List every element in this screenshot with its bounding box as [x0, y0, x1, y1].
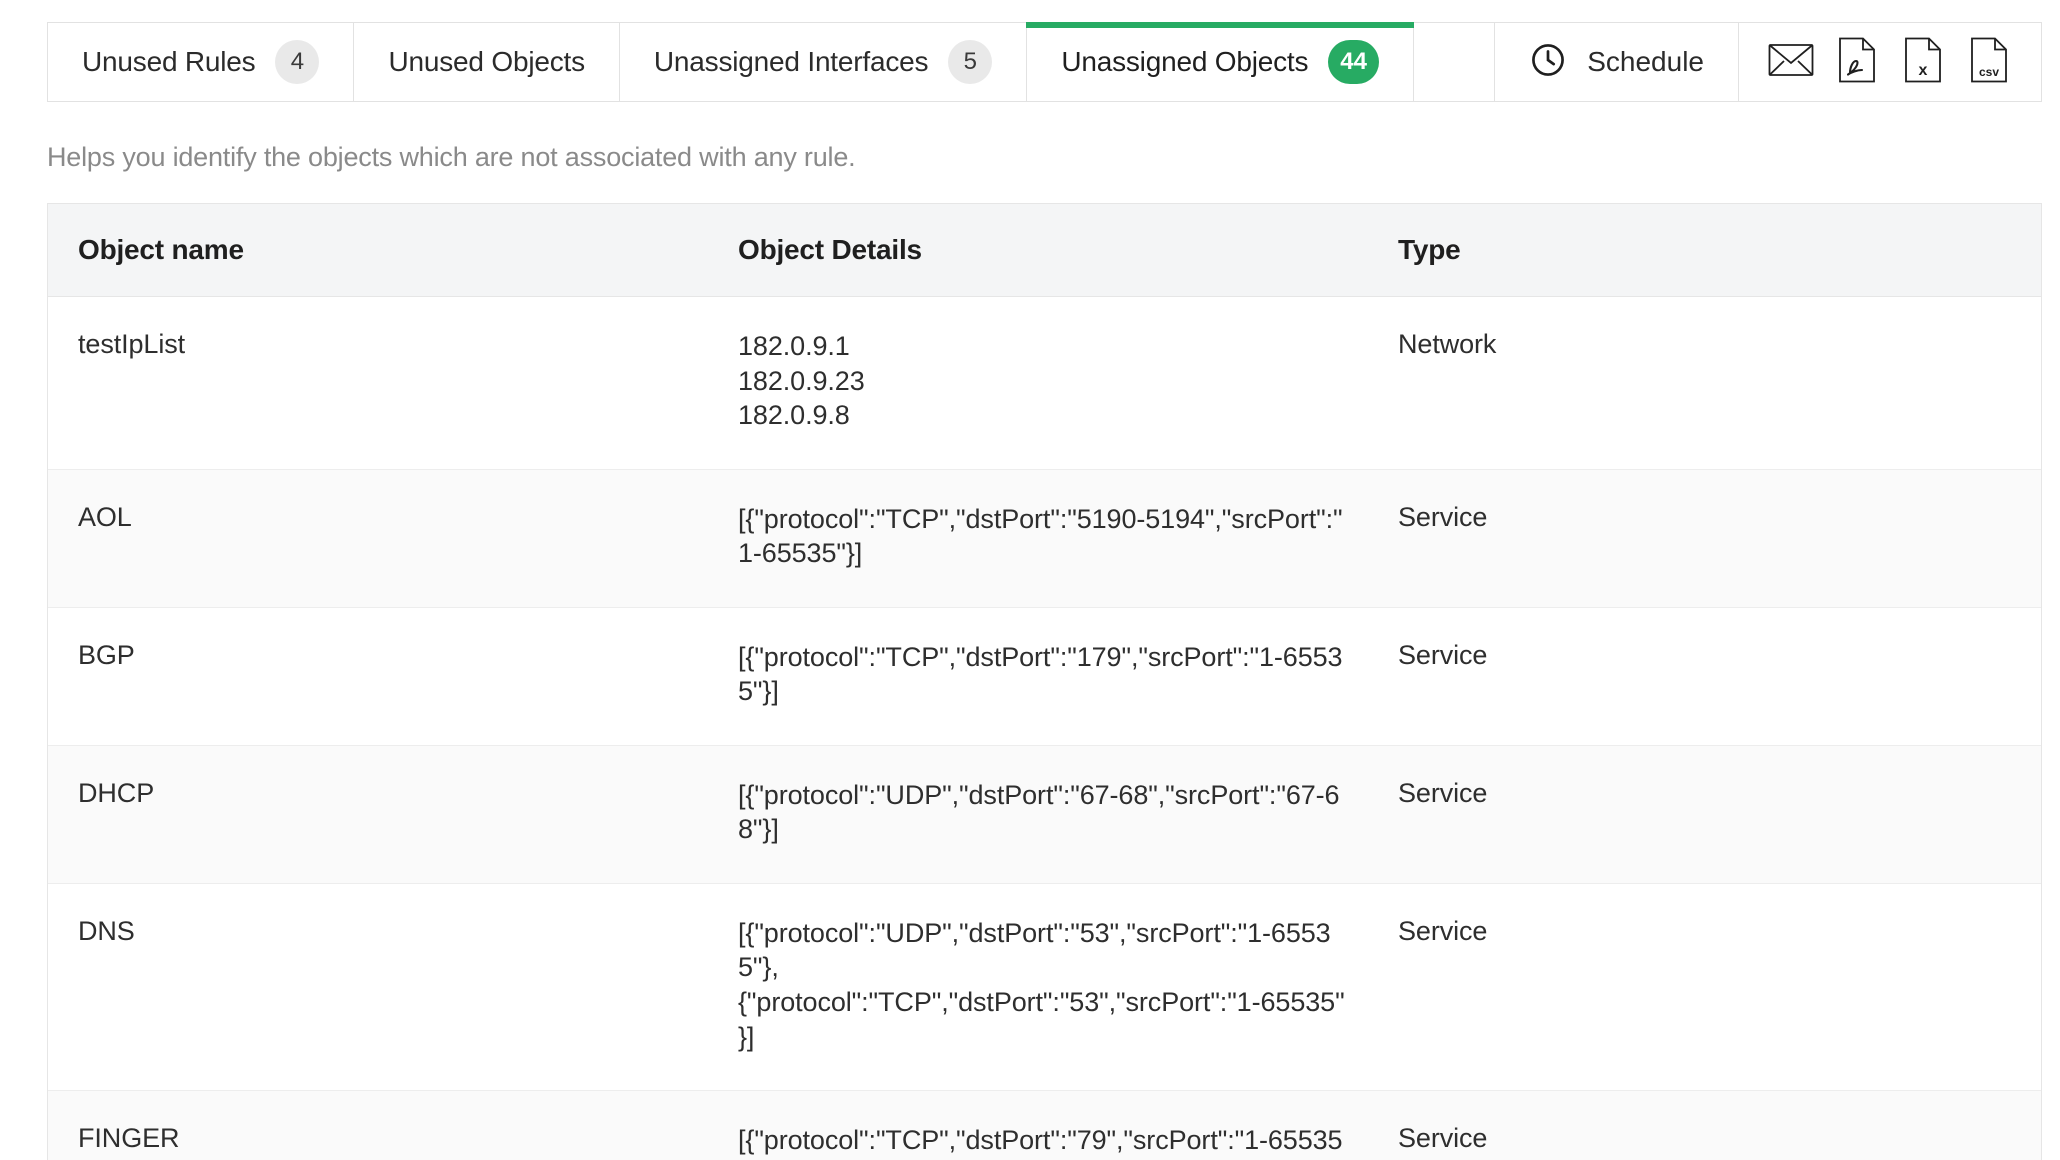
tab-label: Unassigned Objects [1061, 46, 1308, 78]
cell-object-type: Service [1398, 469, 2041, 607]
cell-object-details: [{"protocol":"UDP","dstPort":"67-68","sr… [738, 745, 1398, 883]
column-header-object-name: Object name [48, 204, 738, 297]
object-detail-line: [{"protocol":"UDP","dstPort":"67-68","sr… [738, 778, 1358, 813]
table-header-row: Object name Object Details Type [48, 204, 2041, 297]
table-row[interactable]: BGP[{"protocol":"TCP","dstPort":"179","s… [48, 607, 2041, 745]
table-row[interactable]: AOL[{"protocol":"TCP","dstPort":"5190-51… [48, 469, 2041, 607]
object-detail-line: [{"protocol":"TCP","dstPort":"5190-5194"… [738, 502, 1358, 537]
cell-object-type: Service [1398, 883, 2041, 1090]
tab-count-badge: 4 [275, 40, 319, 84]
excel-export-button[interactable]: x [1899, 38, 1947, 86]
tab-unassigned-objects[interactable]: Unassigned Objects 44 [1027, 23, 1414, 101]
tab-count-badge: 5 [948, 40, 992, 84]
object-detail-line: [{"protocol":"UDP","dstPort":"53","srcPo… [738, 916, 1358, 951]
table-row[interactable]: DNS[{"protocol":"UDP","dstPort":"53","sr… [48, 883, 2041, 1090]
cell-object-name: DHCP [48, 745, 738, 883]
table-row[interactable]: FINGER[{"protocol":"TCP","dstPort":"79",… [48, 1091, 2041, 1160]
cell-object-name: BGP [48, 607, 738, 745]
object-detail-line: 5"}] [738, 674, 1358, 709]
cell-object-type: Network [1398, 297, 2041, 470]
table-row[interactable]: testIpList182.0.9.1182.0.9.23182.0.9.8Ne… [48, 297, 2041, 470]
cell-object-details: [{"protocol":"TCP","dstPort":"79","srcPo… [738, 1091, 1398, 1160]
csv-file-icon: csv [1970, 37, 2008, 88]
export-button-group: x csv [1739, 23, 2041, 101]
report-description: Helps you identify the objects which are… [47, 142, 855, 173]
tab-count-badge: 44 [1328, 40, 1379, 84]
column-header-type: Type [1398, 204, 2041, 297]
envelope-icon [1768, 42, 1814, 83]
object-detail-line: 182.0.9.23 [738, 364, 1358, 399]
report-page: Unused Rules 4 Unused Objects Unassigned In… [0, 0, 2060, 1160]
pdf-file-icon [1838, 37, 1876, 88]
object-detail-line: [{"protocol":"TCP","dstPort":"179","srcP… [738, 640, 1358, 675]
clock-icon [1529, 41, 1567, 84]
cell-object-type: Service [1398, 607, 2041, 745]
schedule-button[interactable]: Schedule [1495, 23, 1739, 101]
cell-object-name: DNS [48, 883, 738, 1090]
object-detail-line: 1-65535"}] [738, 536, 1358, 571]
tab-unused-objects[interactable]: Unused Objects [354, 23, 619, 101]
csv-export-button[interactable]: csv [1965, 38, 2013, 86]
pdf-export-button[interactable] [1833, 38, 1881, 86]
cell-object-details: [{"protocol":"TCP","dstPort":"5190-5194"… [738, 469, 1398, 607]
cell-object-details: [{"protocol":"UDP","dstPort":"53","srcPo… [738, 883, 1398, 1090]
svg-text:x: x [1919, 62, 1928, 79]
object-detail-line: }] [738, 1020, 1358, 1055]
cell-object-name: testIpList [48, 297, 738, 470]
object-detail-line: 8"}] [738, 812, 1358, 847]
unassigned-objects-table: Object name Object Details Type testIpLi… [47, 203, 2042, 1160]
cell-object-details: 182.0.9.1182.0.9.23182.0.9.8 [738, 297, 1398, 470]
svg-text:csv: csv [1979, 65, 1999, 79]
tab-label: Unused Rules [82, 46, 255, 78]
tab-bar-spacer [1414, 23, 1495, 101]
tab-bar: Unused Rules 4 Unused Objects Unassigned In… [47, 22, 2042, 102]
cell-object-details: [{"protocol":"TCP","dstPort":"179","srcP… [738, 607, 1398, 745]
cell-object-type: Service [1398, 745, 2041, 883]
object-detail-line: {"protocol":"TCP","dstPort":"53","srcPor… [738, 985, 1358, 1020]
cell-object-name: FINGER [48, 1091, 738, 1160]
object-detail-line: [{"protocol":"TCP","dstPort":"79","srcPo… [738, 1123, 1358, 1158]
schedule-label: Schedule [1587, 46, 1704, 78]
column-header-object-details: Object Details [738, 204, 1398, 297]
tab-label: Unassigned Interfaces [654, 46, 928, 78]
object-detail-line: 182.0.9.1 [738, 329, 1358, 364]
cell-object-name: AOL [48, 469, 738, 607]
tab-label: Unused Objects [388, 46, 584, 78]
object-detail-line: 182.0.9.8 [738, 398, 1358, 433]
excel-file-icon: x [1904, 37, 1942, 88]
tab-unassigned-interfaces[interactable]: Unassigned Interfaces 5 [620, 23, 1027, 101]
object-detail-line: 5"}, [738, 950, 1358, 985]
email-export-button[interactable] [1767, 38, 1815, 86]
tab-unused-rules[interactable]: Unused Rules 4 [48, 23, 354, 101]
cell-object-type: Service [1398, 1091, 2041, 1160]
table-row[interactable]: DHCP[{"protocol":"UDP","dstPort":"67-68"… [48, 745, 2041, 883]
